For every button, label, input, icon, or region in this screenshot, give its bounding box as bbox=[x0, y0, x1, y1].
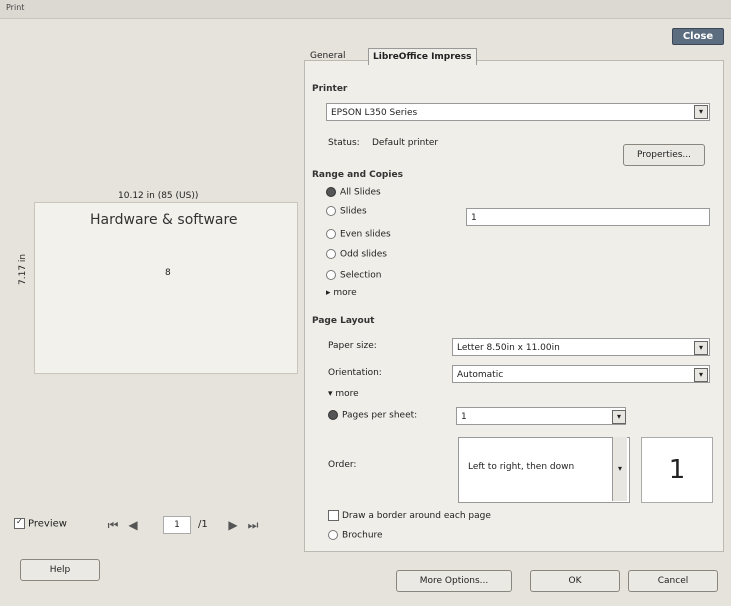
checkbox-icon[interactable] bbox=[14, 518, 25, 529]
page-number-input[interactable]: 1 bbox=[163, 516, 191, 534]
radio-icon[interactable] bbox=[326, 229, 336, 239]
status-label: Status: bbox=[328, 138, 360, 148]
radio-icon[interactable] bbox=[328, 410, 338, 420]
radio-icon[interactable] bbox=[326, 270, 336, 280]
cancel-button[interactable]: Cancel bbox=[628, 570, 718, 592]
paper-size-select[interactable]: Letter 8.50in x 11.00in bbox=[452, 338, 710, 356]
paper-size-label: Paper size: bbox=[328, 341, 377, 351]
radio-all-slides[interactable]: All Slides bbox=[326, 187, 381, 198]
preview-checkbox[interactable]: Preview bbox=[14, 518, 67, 530]
close-button[interactable]: Close bbox=[672, 28, 724, 45]
ok-button[interactable]: OK bbox=[530, 570, 620, 592]
slide-title: Hardware & software bbox=[90, 212, 238, 228]
properties-button[interactable]: Properties... bbox=[623, 144, 705, 166]
chevron-down-icon[interactable]: ▾ bbox=[694, 368, 708, 382]
radio-slides[interactable]: Slides bbox=[326, 206, 367, 217]
tab-libreoffice-impress[interactable]: LibreOffice Impress bbox=[368, 48, 477, 65]
range-section-title: Range and Copies bbox=[312, 170, 403, 180]
slide-number: 8 bbox=[165, 268, 171, 278]
radio-icon[interactable] bbox=[328, 530, 338, 540]
checkbox-icon[interactable] bbox=[328, 510, 339, 521]
orientation-select[interactable]: Automatic bbox=[452, 365, 710, 383]
order-label: Order: bbox=[328, 460, 357, 470]
order-value: Left to right, then down bbox=[468, 462, 575, 472]
paper-width-label: 10.12 in (85 (US)) bbox=[118, 191, 199, 201]
radio-icon[interactable] bbox=[326, 249, 336, 259]
last-page-icon[interactable]: ⏭ bbox=[244, 516, 262, 534]
page-total: /1 bbox=[198, 519, 208, 530]
radio-brochure[interactable]: Brochure bbox=[328, 530, 383, 541]
pages-per-sheet-select[interactable]: 1 bbox=[456, 407, 626, 425]
layout-section-title: Page Layout bbox=[312, 316, 375, 326]
first-page-icon[interactable]: ⏮ bbox=[104, 516, 122, 534]
range-more-toggle[interactable]: ▸ more bbox=[326, 288, 357, 298]
radio-odd-slides[interactable]: Odd slides bbox=[326, 249, 387, 260]
title-bar bbox=[0, 0, 731, 19]
chevron-down-icon[interactable]: ▾ bbox=[694, 341, 708, 355]
next-page-icon[interactable]: ▶ bbox=[224, 516, 242, 534]
orientation-label: Orientation: bbox=[328, 368, 382, 378]
radio-pages-per-sheet[interactable]: Pages per sheet: bbox=[328, 410, 417, 421]
chevron-down-icon[interactable]: ▾ bbox=[612, 437, 627, 501]
preview-label: Preview bbox=[28, 518, 67, 530]
printer-select[interactable]: EPSON L350 Series bbox=[326, 103, 710, 121]
radio-icon[interactable] bbox=[326, 187, 336, 197]
radio-icon[interactable] bbox=[326, 206, 336, 216]
radio-selection[interactable]: Selection bbox=[326, 270, 381, 281]
prev-page-icon[interactable]: ◀ bbox=[124, 516, 142, 534]
slides-input[interactable]: 1 bbox=[466, 208, 710, 226]
paper-height-label: 7.17 in bbox=[18, 253, 28, 285]
pages-per-sheet-preview: 1 bbox=[641, 437, 713, 503]
window-title: Print bbox=[6, 3, 25, 12]
radio-even-slides[interactable]: Even slides bbox=[326, 229, 391, 240]
more-options-button[interactable]: More Options... bbox=[396, 570, 512, 592]
chevron-down-icon[interactable]: ▾ bbox=[612, 410, 626, 424]
chevron-down-icon[interactable]: ▾ bbox=[694, 105, 708, 119]
help-button[interactable]: Help bbox=[20, 559, 100, 581]
draw-border-checkbox[interactable]: Draw a border around each page bbox=[328, 510, 491, 521]
layout-more-toggle[interactable]: ▾ more bbox=[328, 389, 359, 399]
status-value: Default printer bbox=[372, 138, 439, 148]
tab-general[interactable]: General bbox=[306, 48, 349, 64]
printer-section-title: Printer bbox=[312, 84, 348, 94]
